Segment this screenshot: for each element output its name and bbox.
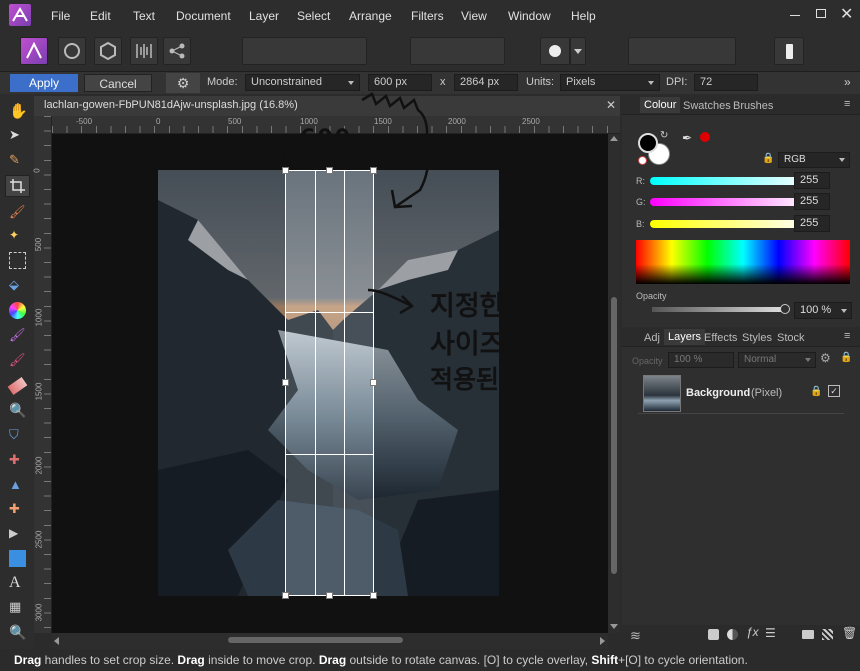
panel-menu-icon[interactable]: ≡ (844, 98, 850, 110)
delete-layer-trash-icon[interactable]: 🗑 (842, 626, 857, 640)
red-label: R: (636, 176, 645, 186)
opacity-slider-knob[interactable] (780, 304, 790, 314)
annotation-caption-line1: 지정한 (430, 291, 505, 322)
green-slider[interactable] (650, 198, 810, 206)
colour-model-dropdown[interactable]: RGB (778, 152, 850, 168)
assistant-button[interactable] (774, 37, 804, 65)
annotation-caption-line2: 사이즈가 (430, 329, 530, 360)
no-colour-icon[interactable] (638, 156, 647, 165)
colour-model-value: RGB (784, 154, 806, 165)
opacity-value-field[interactable]: 100 % (794, 302, 852, 319)
layer-opacity-label: Opacity (632, 356, 663, 366)
tab-stock[interactable]: Stock (777, 332, 805, 344)
layer-type: (Pixel) (751, 387, 783, 399)
status-text: outside to rotate canvas. [O] to cycle o… (346, 653, 592, 667)
blue-label: B: (636, 219, 645, 229)
status-keyword: Drag (14, 653, 42, 667)
layer-settings-gear-icon[interactable]: ⚙ (820, 351, 831, 365)
layer-opacity-dropdown[interactable]: 100 % (668, 352, 734, 368)
live-filter-icon[interactable]: ƒx (746, 625, 759, 639)
status-text: handles to set crop size. (41, 653, 178, 667)
red-slider[interactable] (650, 177, 810, 185)
opacity-value: 100 % (800, 304, 832, 316)
chevron-down-icon (648, 81, 654, 85)
tab-colour[interactable]: Colour (640, 97, 681, 113)
blue-value-field[interactable]: 255 (794, 215, 830, 232)
green-label: G: (636, 197, 646, 207)
status-keyword: Drag (318, 653, 347, 667)
swap-colours-icon[interactable]: ↻ (660, 130, 668, 141)
layer-name: Background (686, 387, 751, 399)
tab-swatches[interactable]: Swatches (683, 100, 731, 112)
snapping-group (628, 37, 736, 65)
chevron-down-icon (805, 358, 811, 362)
tab-layers[interactable]: Layers (664, 329, 706, 345)
layer-row[interactable]: Background (Pixel) 🔒 ✓ (638, 373, 844, 414)
annotation-size-note: 600 (300, 126, 352, 151)
mask-layer-icon[interactable] (708, 629, 719, 640)
scroll-down-arrow-icon[interactable] (610, 624, 618, 629)
status-text: inside to move crop. (204, 653, 319, 667)
scroll-left-arrow-icon[interactable] (54, 637, 59, 645)
chevron-down-icon (839, 158, 845, 162)
panel-menu-icon[interactable]: ≡ (844, 330, 850, 342)
dpi-field[interactable]: 72 (694, 74, 758, 91)
dpi-label: DPI: (666, 76, 688, 88)
lock-icon[interactable]: 🔒 (762, 153, 774, 164)
tab-adjustments[interactable]: Adj (644, 332, 660, 344)
layer-lock-icon[interactable]: 🔒 (810, 386, 822, 397)
layer-thumbnail (643, 375, 681, 412)
blend-mode-dropdown[interactable]: Normal (738, 352, 816, 368)
layer-visibility-checkbox[interactable]: ✓ (828, 385, 840, 397)
annotation-caption-line3: 적용된 모습 (430, 365, 554, 394)
layer-lock-icon[interactable]: 🔒 (840, 352, 852, 363)
new-group-folder-icon[interactable] (802, 630, 814, 639)
layer-list-icon[interactable]: ☰ (765, 626, 776, 640)
status-text: +[O] to cycle orientation. (618, 653, 748, 667)
picked-colour-swatch[interactable] (700, 132, 710, 142)
opacity-slider[interactable] (652, 307, 782, 312)
annotation-arrows (283, 92, 430, 315)
close-icon[interactable]: ✕ (840, 4, 853, 24)
chevron-down-icon (841, 309, 847, 313)
scroll-right-arrow-icon[interactable] (600, 637, 605, 645)
layer-opacity-value: 100 % (674, 354, 703, 365)
status-bar: Drag handles to set crop size. Drag insi… (0, 649, 860, 671)
vertical-scrollbar[interactable] (608, 134, 620, 633)
new-pixel-layer-icon[interactable] (822, 629, 833, 640)
red-value-field[interactable]: 255 (794, 172, 830, 189)
adjustment-layer-icon[interactable] (727, 629, 738, 640)
tab-styles[interactable]: Styles (742, 332, 772, 344)
vertical-scroll-thumb[interactable] (611, 297, 617, 574)
scroll-up-arrow-icon[interactable] (610, 136, 618, 141)
horizontal-scrollbar[interactable] (52, 633, 608, 649)
colour-spectrum[interactable] (636, 240, 850, 284)
minimize-icon[interactable] (790, 15, 800, 16)
blend-mode-value: Normal (744, 354, 777, 365)
horizontal-scroll-thumb[interactable] (228, 637, 403, 643)
layer-stack-icon[interactable]: ≋ (630, 628, 641, 644)
green-value-field[interactable]: 255 (794, 193, 830, 210)
tab-effects[interactable]: Effects (704, 332, 737, 344)
overflow-chevron-icon[interactable]: » (844, 75, 851, 89)
eyedropper-icon[interactable]: ✒ (682, 131, 692, 145)
primary-colour-swatch[interactable] (638, 133, 658, 153)
maximize-icon[interactable] (816, 9, 826, 18)
status-keyword: Shift (591, 653, 619, 667)
right-panels: Colour Swatches Brushes ≡ ↻ ✒ 🔒 RGB R: 2… (622, 96, 860, 649)
opacity-label: Opacity (636, 291, 667, 301)
tab-brushes[interactable]: Brushes (733, 100, 773, 112)
status-keyword: Drag (177, 653, 205, 667)
blue-slider[interactable] (650, 220, 810, 228)
